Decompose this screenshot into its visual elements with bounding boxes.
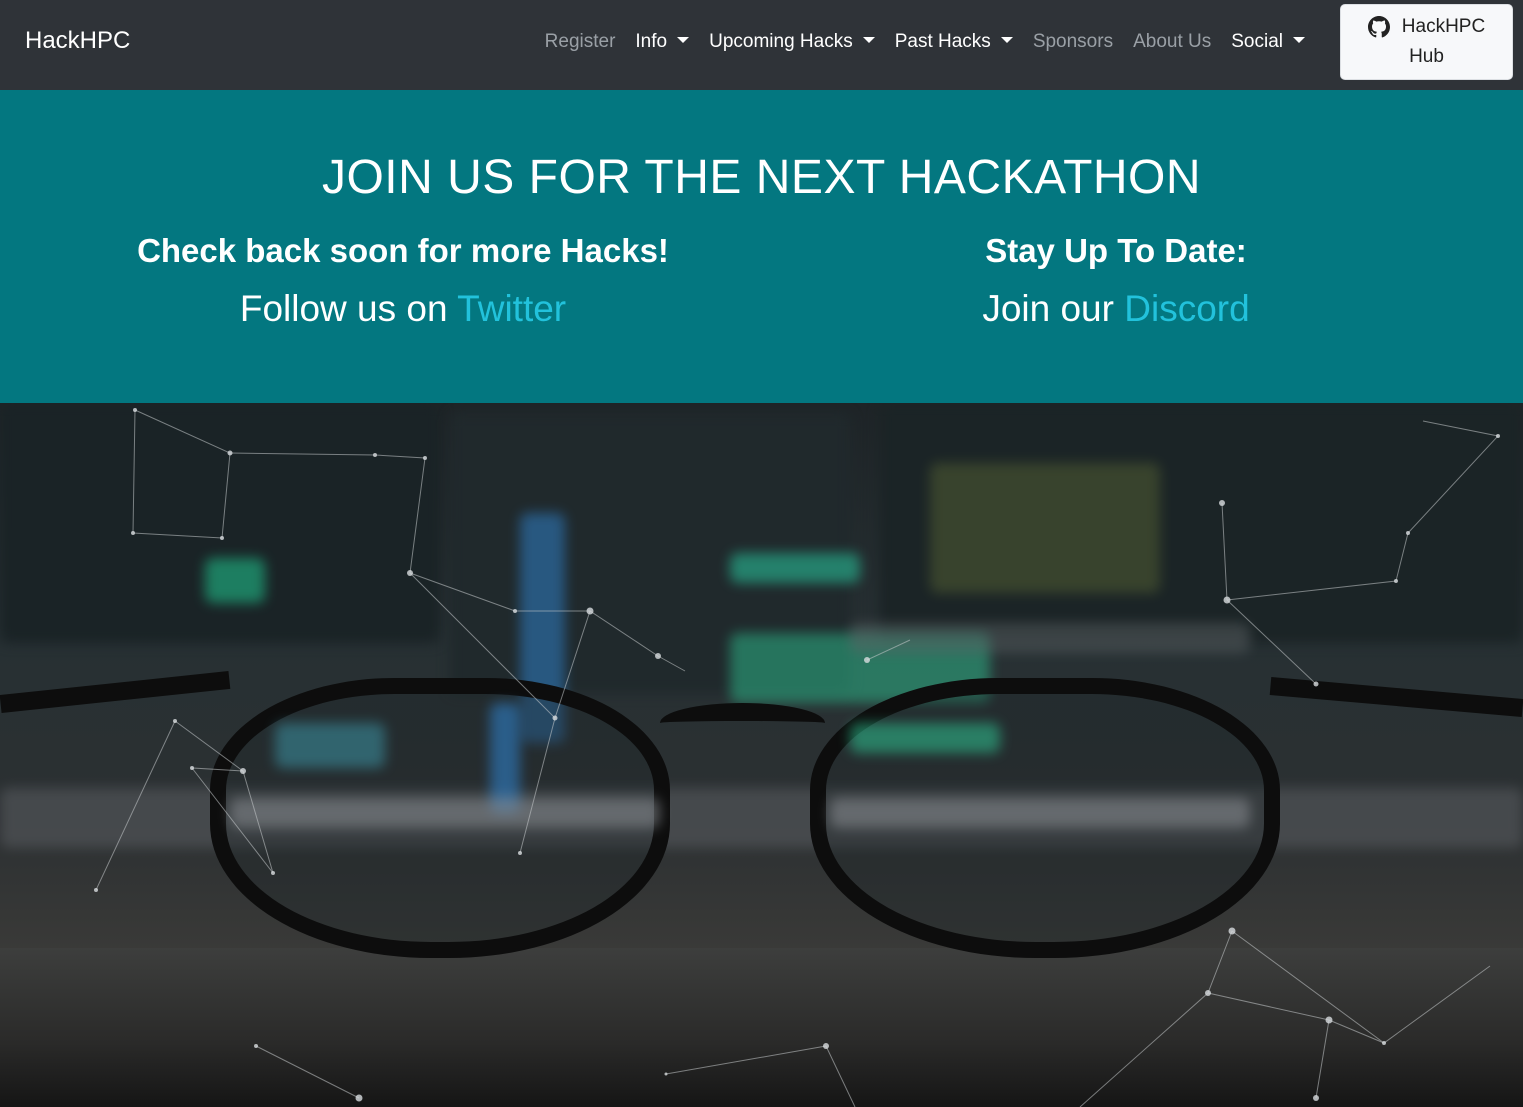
nav-sponsors[interactable]: Sponsors <box>1023 31 1123 53</box>
hero-left-prefix: Follow us on <box>239 288 458 329</box>
nav-upcoming-hacks-dropdown[interactable]: Upcoming Hacks <box>699 31 885 53</box>
hero-right-heading: Stay Up To Date: <box>985 232 1247 269</box>
nav-info-label: Info <box>635 31 668 52</box>
particle-network-overlay <box>94 408 1500 1107</box>
hero-right-column: Stay Up To Date: Join our Discord <box>806 232 1426 330</box>
caret-down-icon <box>862 37 875 43</box>
nav-links: Register Info Upcoming Hacks Past Hacks … <box>535 0 1315 84</box>
brand-logo[interactable]: HackHPC <box>25 27 130 55</box>
hero-banner: JOIN US FOR THE NEXT HACKATHON Check bac… <box>0 90 1523 403</box>
hero-title: JOIN US FOR THE NEXT HACKATHON <box>321 151 1202 204</box>
discord-link[interactable]: Discord <box>1124 288 1249 329</box>
github-icon <box>1367 16 1390 38</box>
nav-past-hacks-label: Past Hacks <box>894 31 991 52</box>
nav-info-dropdown[interactable]: Info <box>625 31 699 53</box>
hackhpc-hub-button[interactable]: HackHPC Hub <box>1340 4 1513 80</box>
hero-left-heading: Check back soon for more Hacks! <box>137 232 669 269</box>
nav-sponsors-label: Sponsors <box>1032 31 1114 52</box>
nav-past-hacks-dropdown[interactable]: Past Hacks <box>885 31 1023 53</box>
nav-about-us[interactable]: About Us <box>1123 31 1221 53</box>
hub-button-line2: Hub <box>1409 46 1444 67</box>
nav-upcoming-hacks-label: Upcoming Hacks <box>709 31 853 52</box>
background-photo <box>0 403 1523 1107</box>
hub-button-row: HackHPC <box>1367 12 1486 42</box>
caret-down-icon <box>677 37 690 43</box>
nav-register[interactable]: Register <box>535 31 626 53</box>
nav-social-label: Social <box>1231 31 1283 52</box>
nav-social-dropdown[interactable]: Social <box>1221 31 1315 53</box>
hero-right-prefix: Join our <box>982 288 1125 329</box>
nav-register-label: Register <box>544 31 616 52</box>
hub-button-line1: HackHPC <box>1401 16 1486 37</box>
hero-left-line: Follow us on Twitter <box>93 288 713 330</box>
hero-right-line: Join our Discord <box>806 288 1426 330</box>
twitter-link[interactable]: Twitter <box>457 288 566 329</box>
hero-left-column: Check back soon for more Hacks! Follow u… <box>93 232 713 330</box>
top-navbar: HackHPC Register Info Upcoming Hacks Pas… <box>0 0 1523 90</box>
caret-down-icon <box>1293 37 1305 43</box>
nav-about-us-label: About Us <box>1133 31 1212 52</box>
caret-down-icon <box>1000 37 1013 43</box>
